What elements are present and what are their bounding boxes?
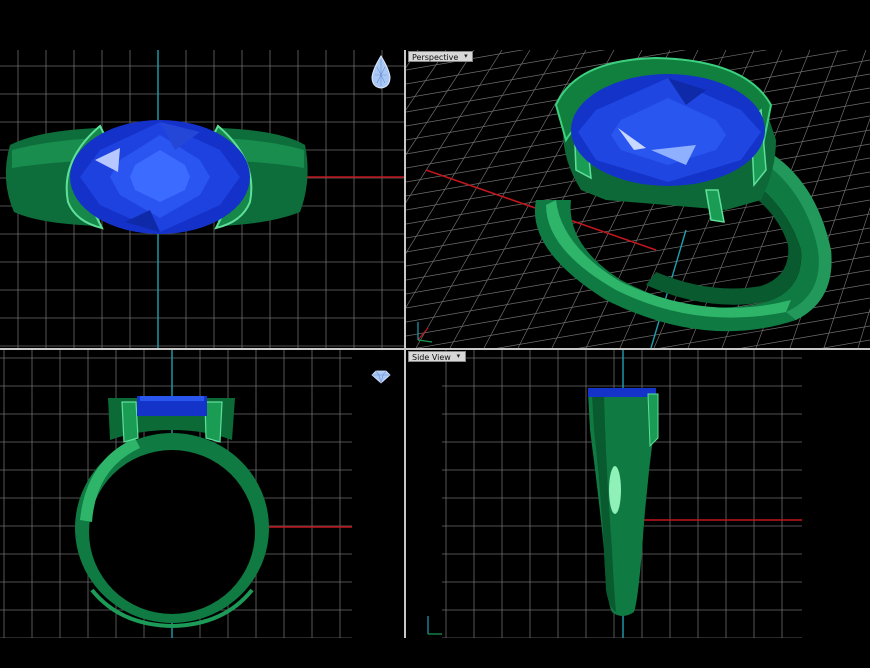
front-viewport[interactable] <box>0 350 404 638</box>
viewport-divider-vertical[interactable] <box>404 50 406 638</box>
side-view-label[interactable]: Side View ▾ <box>408 351 466 362</box>
top-view-canvas <box>0 50 404 348</box>
perspective-canvas <box>406 50 870 348</box>
chevron-down-icon: ▾ <box>456 352 461 360</box>
grid-line <box>740 325 870 348</box>
grid-line <box>415 50 587 348</box>
round-gem-icon[interactable] <box>370 370 392 384</box>
viewport-right-border <box>802 350 870 638</box>
viewport-right-border <box>352 350 404 638</box>
side-viewport[interactable]: Side View ▾ <box>406 350 870 638</box>
grid-line <box>406 50 559 309</box>
viewport-divider-horizontal[interactable] <box>0 348 870 350</box>
chevron-down-icon: ▾ <box>464 52 468 60</box>
top-viewport[interactable] <box>0 50 404 348</box>
oval-gem-top <box>70 120 250 234</box>
side-view-canvas <box>406 350 870 638</box>
perspective-view-label[interactable]: Perspective ▾ <box>408 51 474 62</box>
grid-line <box>821 339 870 348</box>
pear-gem-icon[interactable] <box>370 55 392 89</box>
oval-gem-perspective <box>571 74 765 186</box>
side-view-label-text: Side View <box>412 353 451 362</box>
grid-line <box>857 307 870 348</box>
perspective-view-label-text: Perspective <box>412 53 459 62</box>
front-view-canvas <box>0 350 404 638</box>
perspective-viewport[interactable]: Perspective ▾ <box>406 50 870 348</box>
grid-line <box>406 50 503 203</box>
